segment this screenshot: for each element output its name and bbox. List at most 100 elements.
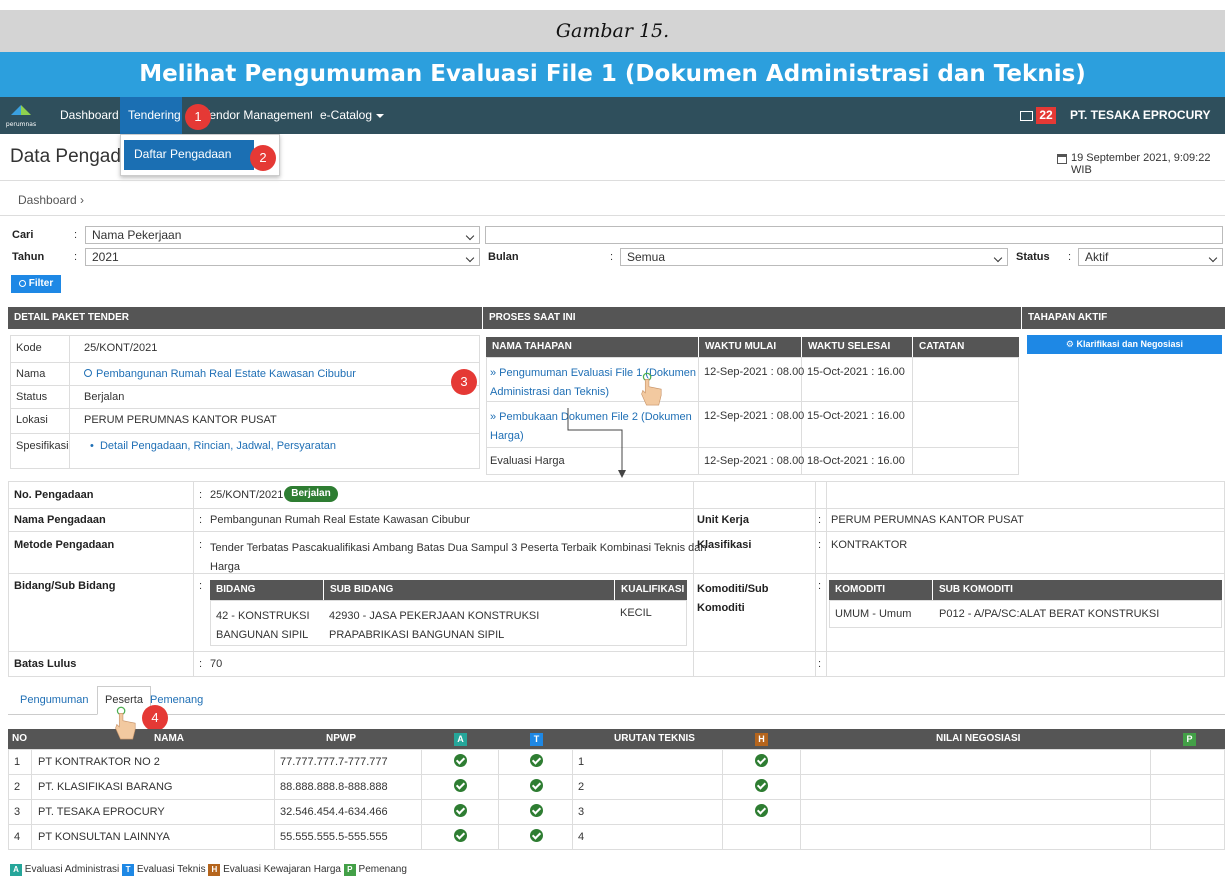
- peserta-urutan: 1: [578, 756, 585, 768]
- gear-icon: ⚙: [1065, 339, 1074, 349]
- bidang-line: BANGUNAN SIPIL: [216, 629, 309, 641]
- filter-button[interactable]: Filter: [11, 275, 61, 293]
- colon: :: [199, 539, 203, 551]
- legend-h-text: Evaluasi Kewajaran Harga: [223, 864, 341, 875]
- col-npwp: NPWP: [320, 729, 370, 749]
- tab-pemenang[interactable]: Pemenang: [150, 694, 203, 706]
- detail-nama-label: Nama: [16, 368, 46, 380]
- colon: :: [1068, 251, 1072, 263]
- legend-a: A Evaluasi Administrasi: [10, 864, 120, 876]
- legend-t-key: T: [122, 864, 135, 876]
- bidang-value: 42 - KONSTRUKSI BANGUNAN SIPIL: [216, 607, 310, 645]
- bidang-line: 42 - KONSTRUKSI: [216, 610, 310, 622]
- company-menu[interactable]: PT. TESAKA EPROCURY: [1070, 97, 1210, 134]
- col-t-badge: T: [530, 733, 543, 746]
- tahapan-mulai: 12-Sep-2021 : 08.00: [704, 410, 805, 422]
- search-input[interactable]: [485, 226, 1223, 244]
- nav-e-catalog[interactable]: e-Catalog: [320, 97, 385, 134]
- nama-pengadaan-value: Pembangunan Rumah Real Estate Kawasan Ci…: [210, 514, 470, 526]
- bulan-select[interactable]: Semua: [620, 248, 1008, 266]
- detail-lokasi-value: PERUM PERUMNAS KANTOR PUSAT: [84, 414, 277, 426]
- legend-t-text: Evaluasi Teknis: [136, 864, 206, 875]
- col-kualifikasi: KUALIFIKASI: [615, 580, 687, 600]
- batas-lulus-label: Batas Lulus: [14, 658, 77, 670]
- nav-dashboard[interactable]: Dashboard: [60, 97, 119, 134]
- nav-tendering[interactable]: Tendering: [120, 97, 182, 134]
- check-icon: [454, 779, 467, 792]
- komoditi-label: Komoditi/Sub Komoditi: [697, 580, 769, 618]
- tab-pengumuman[interactable]: Pengumuman: [20, 694, 89, 706]
- chevron-down-icon: [376, 113, 385, 118]
- komoditi-value: UMUM - Umum: [835, 608, 912, 620]
- col-nilai-negosiasi: NILAI NEGOSIASI: [930, 729, 1060, 749]
- sub-bidang-value: 42930 - JASA PEKERJAAN KONSTRUKSI PRAPAB…: [329, 607, 539, 645]
- nav-catalog-label: e-Catalog: [320, 108, 373, 122]
- tutorial-title: Melihat Pengumuman Evaluasi File 1 (Doku…: [0, 52, 1225, 97]
- colon: :: [818, 514, 822, 526]
- klasifikasi-label: Klasifikasi: [697, 539, 752, 551]
- breadcrumb[interactable]: Dashboard ›: [18, 193, 84, 207]
- detail-nama-link[interactable]: Pembangunan Rumah Real Estate Kawasan Ci…: [84, 368, 356, 380]
- col-catatan: CATATAN: [913, 337, 1019, 357]
- peserta-no: 1: [14, 756, 21, 768]
- check-icon: [755, 754, 768, 767]
- check-icon: [530, 829, 543, 842]
- colon: :: [199, 489, 203, 501]
- detail-kode-label: Kode: [16, 342, 42, 354]
- check-icon: [454, 754, 467, 767]
- nav-vendor-label: Vendor Management: [202, 108, 312, 122]
- detail-lokasi-label: Lokasi: [16, 414, 48, 426]
- komoditi-label-line: Komoditi/Sub: [697, 583, 769, 595]
- mail-icon[interactable]: [1020, 111, 1033, 121]
- col-nama: NAMA: [148, 729, 208, 749]
- legend: A Evaluasi Administrasi T Evaluasi Tekni…: [10, 864, 407, 876]
- detail-spesifikasi-value: Detail Pengadaan, Rincian, Jadwal, Persy…: [99, 440, 336, 452]
- colon: :: [199, 514, 203, 526]
- detail-spesifikasi-link[interactable]: • Detail Pengadaan, Rincian, Jadwal, Per…: [90, 440, 336, 452]
- peserta-npwp: 55.555.555.5-555.555: [280, 831, 388, 843]
- peserta-nama: PT. KLASIFIKASI BARANG: [38, 781, 173, 793]
- cari-field-select[interactable]: Nama Pekerjaan: [85, 226, 480, 244]
- check-icon: [530, 754, 543, 767]
- figure-caption-text: Gambar 15.: [555, 20, 670, 42]
- peserta-urutan: 2: [578, 781, 585, 793]
- metode-line: Tender Terbatas Pascakualifikasi Ambang …: [210, 542, 707, 554]
- legend-p-key: P: [343, 864, 356, 876]
- svg-text:perumnas: perumnas: [6, 121, 36, 128]
- tahapan-selesai: 15-Oct-2021 : 16.00: [807, 366, 905, 378]
- chevron-down-icon: [1208, 253, 1218, 263]
- top-navbar: perumnas Dashboard Tendering Vendor Mana…: [0, 97, 1225, 134]
- status-select[interactable]: Aktif: [1078, 248, 1223, 266]
- calendar-icon: [1057, 154, 1067, 164]
- legend-a-text: Evaluasi Administrasi: [24, 864, 120, 875]
- colon: :: [199, 658, 203, 670]
- page-title: Data Pengad: [10, 146, 121, 167]
- tahun-value: 2021: [92, 250, 119, 264]
- no-pengadaan-value: 25/KONT/2021: [210, 489, 284, 501]
- legend-h: H Evaluasi Kewajaran Harga: [208, 864, 341, 876]
- cari-value: Nama Pekerjaan: [92, 228, 182, 242]
- peserta-nama: PT. TESAKA EPROCURY: [38, 806, 165, 818]
- col-waktu-selesai: WAKTU SELESAI: [802, 337, 912, 357]
- metode-value: Tender Terbatas Pascakualifikasi Ambang …: [210, 539, 707, 577]
- search-icon: [18, 280, 26, 287]
- metode-line: Harga: [210, 561, 240, 573]
- tahun-select[interactable]: 2021: [85, 248, 480, 266]
- detail-kode-value: 25/KONT/2021: [84, 342, 158, 354]
- peserta-no: 3: [14, 806, 21, 818]
- peserta-urutan: 3: [578, 806, 585, 818]
- perumnas-logo[interactable]: perumnas: [6, 103, 36, 129]
- menu-daftar-pengadaan[interactable]: Daftar Pengadaan: [124, 140, 254, 170]
- peserta-nama: PT KONTRAKTOR NO 2: [38, 756, 160, 768]
- mail-count-badge: 22: [1036, 107, 1056, 124]
- tutorial-title-text: Melihat Pengumuman Evaluasi File 1 (Doku…: [139, 61, 1086, 87]
- detail-nama-value: Pembangunan Rumah Real Estate Kawasan Ci…: [96, 368, 356, 380]
- legend-p-text: Pemenang: [358, 864, 407, 875]
- sub-komoditi-value: P012 - A/PA/SC:ALAT BERAT KONSTRUKSI: [939, 608, 1160, 620]
- unit-kerja-label: Unit Kerja: [697, 514, 749, 526]
- klarifikasi-button[interactable]: ⚙ Klarifikasi dan Negosiasi: [1027, 335, 1222, 354]
- bulan-value: Semua: [627, 250, 666, 264]
- tahapan-selesai: 18-Oct-2021 : 16.00: [807, 455, 905, 467]
- detail-header: DETAIL PAKET TENDER: [8, 307, 482, 329]
- bidang-label: Bidang/Sub Bidang: [14, 580, 116, 592]
